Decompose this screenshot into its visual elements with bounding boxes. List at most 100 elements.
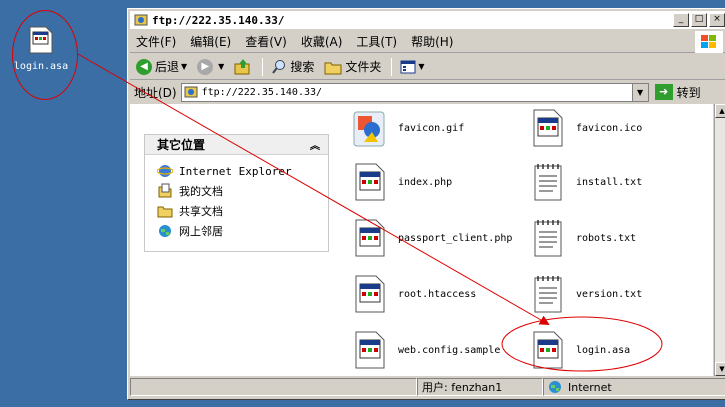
close-button[interactable]: × — [709, 13, 725, 27]
desktop-file-login-asa[interactable]: login.asa — [8, 26, 74, 72]
text-file-icon — [534, 220, 562, 257]
other-places-title: 其它位置 — [157, 138, 206, 152]
file-version-txt[interactable]: version.txt — [530, 274, 642, 314]
menu-view[interactable]: 查看(V) — [245, 33, 287, 50]
menu-favorites[interactable]: 收藏(A) — [301, 33, 343, 50]
go-button[interactable]: ➜ 转到 — [654, 84, 701, 101]
forward-dropdown-icon[interactable]: ▼ — [218, 62, 224, 71]
internet-explorer-icon — [157, 165, 173, 177]
window-title: ftp://222.35.140.33/ — [152, 13, 285, 27]
place-label: Internet Explorer — [179, 164, 292, 178]
scroll-up-icon[interactable]: ▲ — [715, 104, 725, 118]
other-places-header[interactable]: 其它位置 ︽ — [145, 135, 328, 155]
status-user-text: 用户: fenzhan1 — [422, 381, 503, 394]
menu-edit[interactable]: 编辑(E) — [190, 33, 231, 50]
file-favicon-ico[interactable]: favicon.ico — [530, 108, 642, 148]
address-value: ftp://222.35.140.33/ — [201, 86, 323, 98]
place-shared-documents[interactable]: 共享文档 — [157, 201, 328, 221]
views-button[interactable]: ▼ — [400, 60, 425, 74]
status-user: 用户: fenzhan1 — [417, 378, 543, 396]
app-file-icon — [355, 163, 385, 201]
file-passport-client-php[interactable]: passport_client.php — [352, 218, 512, 258]
place-label: 我的文档 — [179, 185, 223, 198]
place-network[interactable]: 网上邻居 — [157, 221, 328, 241]
forward-arrow-icon: ▶ — [197, 58, 214, 75]
file-robots-txt[interactable]: robots.txt — [530, 218, 636, 258]
maximize-button[interactable]: □ — [691, 13, 707, 27]
file-favicon-gif[interactable]: favicon.gif — [352, 108, 464, 148]
file-view: 其它位置 ︽ Internet Explorer 我的文档 共享文档 网上邻居 … — [130, 104, 713, 376]
documents-folder-icon — [158, 183, 172, 198]
file-name: robots.txt — [576, 232, 637, 244]
image-file-icon — [353, 111, 385, 147]
app-file-icon — [29, 26, 53, 54]
ftp-folder-icon — [184, 86, 198, 98]
up-folder-button[interactable] — [234, 58, 252, 76]
desktop-icon-label: login.asa — [13, 61, 69, 72]
menu-file[interactable]: 文件(F) — [136, 33, 176, 50]
file-name: favicon.ico — [576, 122, 643, 134]
forward-button[interactable]: ▶ ▼ — [197, 58, 224, 75]
status-bar: 用户: fenzhan1 Internet — [130, 377, 725, 397]
back-button[interactable]: ◀ 后退 ▼ — [136, 58, 187, 75]
address-dropdown-icon[interactable]: ▼ — [631, 83, 648, 101]
back-arrow-icon: ◀ — [136, 58, 152, 75]
file-name: version.txt — [576, 288, 643, 300]
views-icon — [400, 60, 416, 73]
status-zone-text: Internet — [568, 380, 612, 394]
back-label: 后退 — [155, 60, 180, 74]
search-label: 搜索 — [290, 60, 315, 74]
menu-bar: 文件(F) 编辑(E) 查看(V) 收藏(A) 工具(T) 帮助(H) — [130, 31, 725, 53]
file-login-asa[interactable]: login.asa — [530, 330, 630, 370]
file-name: root.htaccess — [398, 288, 477, 300]
text-file-icon — [534, 164, 562, 201]
file-index-php[interactable]: index.php — [352, 162, 452, 202]
explorer-window: ftp://222.35.140.33/ _ □ × 文件(F) 编辑(E) 查… — [127, 8, 725, 400]
up-folder-icon — [234, 58, 250, 74]
status-zone: Internet — [543, 378, 725, 396]
place-label: 网上邻居 — [179, 225, 223, 238]
go-arrow-icon: ➜ — [654, 84, 673, 100]
address-bar: 地址(D) ftp://222.35.140.33/ ▼ ➜ 转到 — [130, 81, 725, 103]
scroll-down-icon[interactable]: ▼ — [715, 362, 725, 376]
ico-file-icon — [533, 109, 563, 147]
toolbar-separator — [391, 57, 393, 76]
address-input[interactable]: ftp://222.35.140.33/ ▼ — [180, 82, 649, 102]
file-web-config-sample[interactable]: web.config.sample — [352, 330, 500, 370]
place-internet-explorer[interactable]: Internet Explorer — [157, 161, 328, 181]
file-name: favicon.gif — [398, 122, 465, 134]
search-button[interactable]: 搜索 — [271, 58, 314, 75]
other-places-panel: 其它位置 ︽ Internet Explorer 我的文档 共享文档 网上邻居 — [144, 134, 329, 252]
collapse-chevron-icon[interactable]: ︽ — [310, 137, 320, 152]
status-empty — [130, 378, 417, 396]
folders-button[interactable]: 文件夹 — [324, 58, 381, 75]
menu-help[interactable]: 帮助(H) — [411, 33, 453, 50]
vertical-scrollbar[interactable]: ▲ ▼ — [714, 104, 725, 376]
address-label: 地址(D) — [134, 85, 177, 100]
menu-tools[interactable]: 工具(T) — [356, 33, 397, 50]
file-install-txt[interactable]: install.txt — [530, 162, 642, 202]
place-my-documents[interactable]: 我的文档 — [157, 181, 328, 201]
folders-label: 文件夹 — [345, 60, 382, 74]
shared-folder-icon — [157, 206, 173, 218]
file-name: web.config.sample — [398, 344, 501, 356]
file-name: index.php — [398, 176, 453, 188]
network-places-icon — [159, 225, 171, 237]
file-name: passport_client.php — [398, 232, 513, 244]
app-file-icon — [355, 219, 385, 257]
views-dropdown-icon: ▼ — [418, 62, 425, 71]
search-icon — [272, 59, 286, 74]
minimize-button[interactable]: _ — [673, 13, 689, 27]
folders-icon — [324, 62, 342, 74]
title-bar[interactable]: ftp://222.35.140.33/ _ □ × — [130, 11, 725, 29]
ftp-folder-icon — [134, 14, 148, 26]
file-root-htaccess[interactable]: root.htaccess — [352, 274, 476, 314]
back-dropdown-icon[interactable]: ▼ — [181, 62, 187, 71]
toolbar-separator — [262, 57, 264, 76]
toolbar: ◀ 后退 ▼ ▶ ▼ 搜索 文件夹 ▼ — [130, 54, 725, 80]
internet-zone-icon — [549, 381, 561, 393]
place-label: 共享文档 — [179, 205, 223, 218]
app-file-icon — [533, 331, 563, 369]
go-label: 转到 — [676, 85, 701, 100]
windows-logo-icon — [695, 31, 723, 53]
